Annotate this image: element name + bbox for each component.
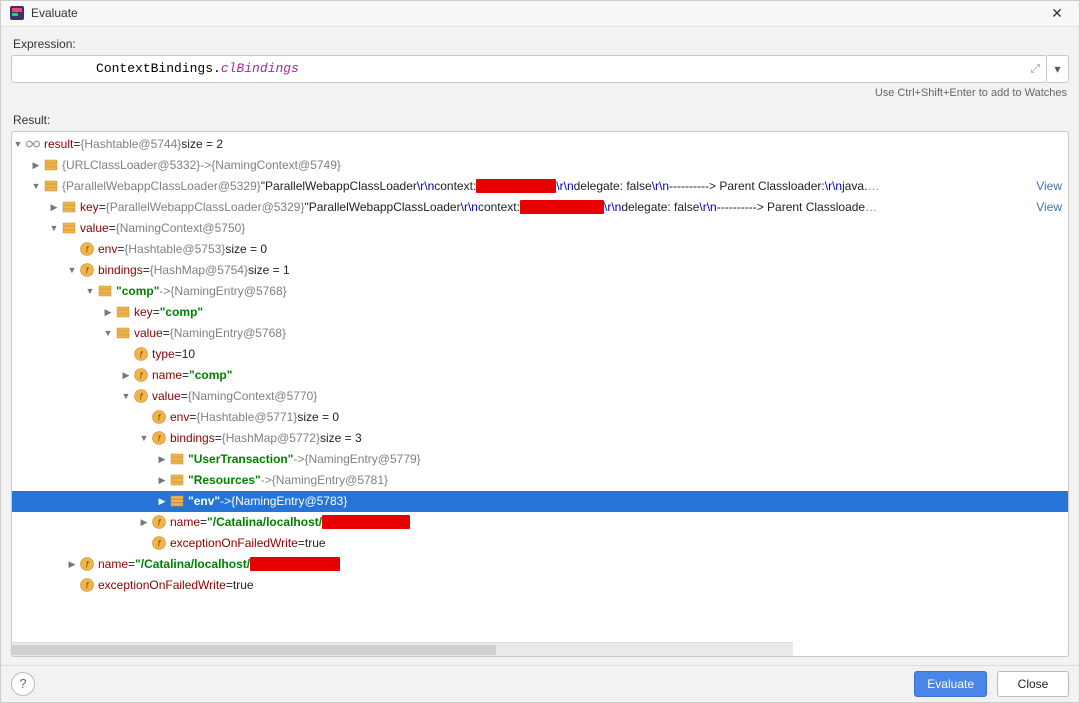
watch-icon bbox=[25, 136, 41, 152]
object-icon bbox=[169, 493, 185, 509]
evaluate-dialog: Evaluate ✕ Expression: ContextBindings.c… bbox=[0, 0, 1080, 703]
result-panel: ▼ result = {Hashtable@5744} size = 2 ▶ {… bbox=[11, 131, 1069, 657]
tree-row-selected[interactable]: ▶ "env" -> {NamingEntry@5783} bbox=[12, 491, 1068, 512]
tree-row[interactable]: ▶ {URLClassLoader@5332} -> {NamingContex… bbox=[12, 155, 1068, 176]
object-icon bbox=[61, 220, 77, 236]
field-icon bbox=[151, 514, 167, 530]
object-icon bbox=[169, 451, 185, 467]
redacted bbox=[476, 179, 556, 193]
help-button[interactable]: ? bbox=[11, 672, 35, 696]
view-link[interactable]: View bbox=[1028, 179, 1062, 193]
tree-row[interactable]: ▶ name = "/Catalina/localhost/ bbox=[12, 554, 1068, 575]
tree-row-result[interactable]: ▼ result = {Hashtable@5744} size = 2 bbox=[12, 134, 1068, 155]
object-icon bbox=[97, 283, 113, 299]
field-icon bbox=[151, 409, 167, 425]
tree-row[interactable]: exceptionOnFailedWrite = true bbox=[12, 533, 1068, 554]
redacted bbox=[520, 200, 604, 214]
field-icon bbox=[79, 577, 95, 593]
expand-arrow[interactable]: ▶ bbox=[48, 202, 60, 213]
expand-arrow[interactable]: ▶ bbox=[30, 160, 42, 171]
close-button[interactable]: Close bbox=[997, 671, 1069, 697]
result-tree[interactable]: ▼ result = {Hashtable@5744} size = 2 ▶ {… bbox=[12, 132, 1068, 656]
expression-input[interactable]: ContextBindings.clBindings ⤢ bbox=[11, 55, 1047, 83]
tree-row[interactable]: ▶ key = {ParallelWebappClassLoader@5329}… bbox=[12, 197, 1068, 218]
titlebar: Evaluate ✕ bbox=[1, 1, 1079, 27]
field-icon bbox=[79, 262, 95, 278]
help-icon: ? bbox=[19, 676, 26, 691]
expand-arrow[interactable]: ▶ bbox=[156, 475, 168, 486]
field-icon bbox=[133, 346, 149, 362]
expand-arrow[interactable]: ▼ bbox=[30, 181, 42, 191]
close-window-button[interactable]: ✕ bbox=[1043, 5, 1071, 22]
expression-member: clBindings bbox=[221, 61, 299, 76]
tree-row[interactable]: type = 10 bbox=[12, 344, 1068, 365]
expand-arrow[interactable]: ▼ bbox=[120, 391, 132, 401]
expand-icon[interactable]: ⤢ bbox=[1030, 61, 1040, 76]
tree-row[interactable]: ▼ value = {NamingContext@5770} bbox=[12, 386, 1068, 407]
expand-arrow[interactable]: ▼ bbox=[48, 223, 60, 233]
expression-history-dropdown[interactable]: ▾ bbox=[1047, 55, 1069, 83]
redacted bbox=[250, 557, 340, 571]
button-bar: ? Evaluate Close bbox=[1, 665, 1079, 702]
dialog-body: Expression: ContextBindings.clBindings ⤢… bbox=[1, 27, 1079, 665]
object-icon bbox=[43, 157, 59, 173]
evaluate-button[interactable]: Evaluate bbox=[914, 671, 987, 697]
tree-row[interactable]: ▶ "Resources" -> {NamingEntry@5781} bbox=[12, 470, 1068, 491]
tree-row[interactable]: exceptionOnFailedWrite = true bbox=[12, 575, 1068, 596]
tree-row[interactable]: env = {Hashtable@5753} size = 0 bbox=[12, 239, 1068, 260]
expand-arrow[interactable]: ▶ bbox=[138, 517, 150, 528]
tree-row[interactable]: ▼ bindings = {HashMap@5754} size = 1 bbox=[12, 260, 1068, 281]
tree-row[interactable]: ▶ key = "comp" bbox=[12, 302, 1068, 323]
expand-arrow[interactable]: ▼ bbox=[66, 265, 78, 275]
expand-arrow[interactable]: ▼ bbox=[84, 286, 96, 296]
app-icon bbox=[9, 5, 25, 21]
tree-row[interactable]: ▼ {ParallelWebappClassLoader@5329} "Para… bbox=[12, 176, 1068, 197]
expand-arrow[interactable]: ▶ bbox=[156, 454, 168, 465]
object-icon bbox=[115, 325, 131, 341]
redacted bbox=[322, 515, 410, 529]
tree-row[interactable]: ▼ bindings = {HashMap@5772} size = 3 bbox=[12, 428, 1068, 449]
expand-arrow[interactable]: ▶ bbox=[156, 496, 168, 507]
expand-arrow[interactable]: ▶ bbox=[66, 559, 78, 570]
expression-prefix: ContextBindings. bbox=[96, 61, 221, 76]
object-icon bbox=[169, 472, 185, 488]
window-title: Evaluate bbox=[31, 6, 1043, 20]
field-icon bbox=[151, 535, 167, 551]
field-icon bbox=[151, 430, 167, 446]
horizontal-scrollbar[interactable] bbox=[12, 642, 793, 656]
tree-row[interactable]: ▶ name = "comp" bbox=[12, 365, 1068, 386]
scrollbar-thumb[interactable] bbox=[12, 645, 496, 655]
object-icon bbox=[115, 304, 131, 320]
tree-row[interactable]: env = {Hashtable@5771} size = 0 bbox=[12, 407, 1068, 428]
field-icon bbox=[133, 367, 149, 383]
expand-arrow[interactable]: ▶ bbox=[102, 307, 114, 318]
tree-row[interactable]: ▼ "comp" -> {NamingEntry@5768} bbox=[12, 281, 1068, 302]
tree-row[interactable]: ▼ value = {NamingEntry@5768} bbox=[12, 323, 1068, 344]
field-icon bbox=[79, 556, 95, 572]
expand-arrow[interactable]: ▼ bbox=[12, 139, 24, 149]
expand-arrow[interactable]: ▼ bbox=[102, 328, 114, 338]
object-icon bbox=[43, 178, 59, 194]
tree-row[interactable]: ▼ value = {NamingContext@5750} bbox=[12, 218, 1068, 239]
expand-arrow[interactable]: ▼ bbox=[138, 433, 150, 443]
field-icon bbox=[79, 241, 95, 257]
var-name: result bbox=[44, 137, 73, 151]
tree-row[interactable]: ▶ "UserTransaction" -> {NamingEntry@5779… bbox=[12, 449, 1068, 470]
expand-arrow[interactable]: ▶ bbox=[120, 370, 132, 381]
object-icon bbox=[61, 199, 77, 215]
result-label: Result: bbox=[13, 113, 1067, 127]
chevron-down-icon: ▾ bbox=[1054, 62, 1060, 76]
view-link[interactable]: View bbox=[1028, 200, 1062, 214]
field-icon bbox=[133, 388, 149, 404]
tree-row[interactable]: ▶ name = "/Catalina/localhost/ bbox=[12, 512, 1068, 533]
